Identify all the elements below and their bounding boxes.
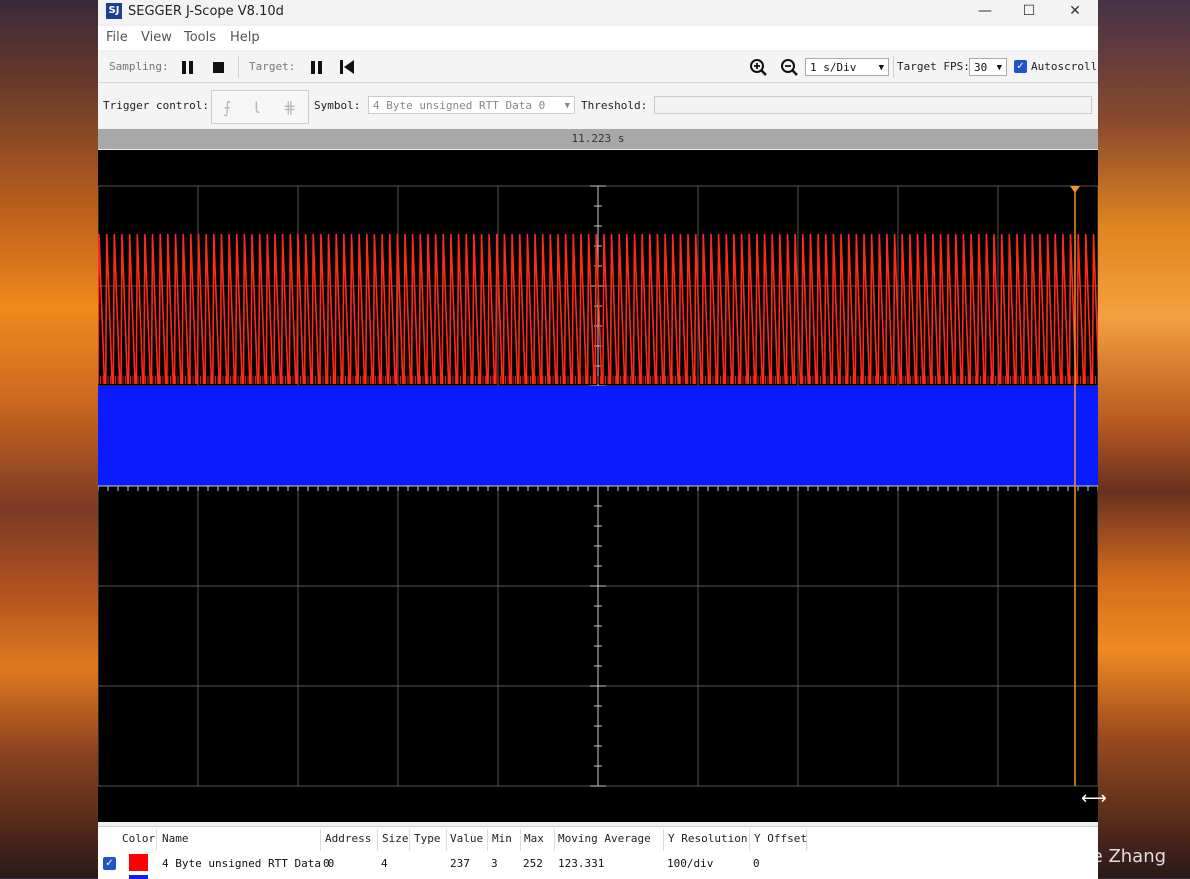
time-per-div-value: 1 s/Div xyxy=(810,61,857,74)
target-fps-select[interactable]: 30 ▼ xyxy=(969,58,1007,76)
col-divider xyxy=(156,829,157,851)
row-min: 3 xyxy=(491,857,498,870)
col-moving-average: Moving Average xyxy=(558,832,651,845)
col-address: Address xyxy=(325,832,372,845)
zoom-in-icon[interactable] xyxy=(749,58,767,76)
scope-canvas[interactable] xyxy=(98,150,1098,822)
series-blue-band xyxy=(98,386,1098,486)
sampling-pause-icon[interactable] xyxy=(181,61,194,74)
title-bar: SJ SEGGER J-Scope V8.10d — ☐ ✕ xyxy=(98,0,1098,24)
col-divider xyxy=(663,829,664,851)
col-type: Type xyxy=(414,832,441,845)
symbol-value: 4 Byte unsigned RTT Data 0 xyxy=(373,99,546,112)
maximize-button[interactable]: ☐ xyxy=(1006,0,1052,24)
col-divider xyxy=(320,829,321,851)
autoscroll-checkbox[interactable]: ✓ xyxy=(1014,60,1027,73)
x-axis xyxy=(98,485,1098,491)
trigger-buttons: ⨍ Ɩ ⋕ xyxy=(211,90,309,124)
target-pause-icon[interactable] xyxy=(310,61,323,74)
col-y-resolution: Y Resolution xyxy=(668,832,748,845)
trigger-both-icon[interactable]: ⋕ xyxy=(283,98,296,117)
sampling-toolbar: Sampling: Target: 1 s/Div ▼ Target FPS: 3… xyxy=(98,52,1098,83)
threshold-input[interactable] xyxy=(654,96,1092,114)
col-value: Value xyxy=(450,832,484,845)
trigger-falling-icon[interactable]: Ɩ xyxy=(254,98,260,117)
sampling-stop-icon[interactable] xyxy=(213,62,224,73)
col-divider xyxy=(520,829,521,851)
window-title: SEGGER J-Scope V8.10d xyxy=(128,4,284,19)
time-per-div-select[interactable]: 1 s/Div ▼ xyxy=(805,58,889,76)
col-divider xyxy=(806,829,807,851)
target-fps-value: 30 xyxy=(974,61,988,74)
row-value: 237 xyxy=(450,857,470,870)
menu-file[interactable]: File xyxy=(106,30,128,45)
trigger-control-label: Trigger control: xyxy=(103,99,209,112)
col-y-offset: Y Offset xyxy=(754,832,807,845)
symbol-label: Symbol: xyxy=(314,99,361,112)
minimize-button[interactable]: — xyxy=(962,0,1008,24)
row-size: 4 xyxy=(381,857,388,870)
col-max: Max xyxy=(524,832,544,845)
time-readout-bar: 11.223 s xyxy=(98,129,1098,149)
threshold-label: Threshold: xyxy=(581,99,648,112)
row-y-resolution: 100/div xyxy=(667,857,714,870)
row-color-swatch-blue[interactable] xyxy=(129,875,148,879)
cursor-marker-icon xyxy=(1070,186,1080,193)
sampling-label: Sampling: xyxy=(109,60,169,73)
jscope-window: SJ SEGGER J-Scope V8.10d — ☐ ✕ File View… xyxy=(98,0,1098,879)
watermark: CSDN @Wallace Zhang xyxy=(958,846,1167,867)
chevron-down-icon: ▼ xyxy=(878,63,884,73)
chevron-down-icon: ▼ xyxy=(996,63,1002,73)
resize-cursor-icon: ⟷ xyxy=(1081,788,1107,809)
col-color: Color xyxy=(122,832,156,845)
toolbar-divider xyxy=(893,56,894,78)
menu-tools[interactable]: Tools xyxy=(184,30,216,45)
row-max: 252 xyxy=(523,857,543,870)
target-fps-label: Target FPS: xyxy=(897,60,970,73)
time-readout: 11.223 s xyxy=(571,132,625,145)
desktop-background xyxy=(1098,0,1190,878)
row-color-swatch[interactable] xyxy=(129,854,148,871)
app-icon: SJ xyxy=(106,3,122,19)
row-visible-checkbox[interactable]: ✓ xyxy=(103,857,116,870)
variables-table: Color Name Address Size Type Value Min M… xyxy=(98,826,1098,879)
target-label: Target: xyxy=(249,60,296,73)
col-size: Size xyxy=(382,832,409,845)
scope-plot[interactable] xyxy=(98,150,1098,822)
target-restart-icon[interactable] xyxy=(340,60,354,74)
close-button[interactable]: ✕ xyxy=(1052,0,1098,24)
toolbar-divider xyxy=(238,56,239,78)
col-divider xyxy=(487,829,488,851)
col-name: Name xyxy=(162,832,189,845)
menu-view[interactable]: View xyxy=(141,30,172,45)
zoom-out-icon[interactable] xyxy=(780,58,798,76)
col-divider xyxy=(377,829,378,851)
col-min: Min xyxy=(492,832,512,845)
row-address: 0 xyxy=(323,857,330,870)
col-divider xyxy=(749,829,750,851)
chevron-down-icon: ▼ xyxy=(564,101,570,111)
menu-help[interactable]: Help xyxy=(230,30,260,45)
autoscroll-label: Autoscroll xyxy=(1031,60,1098,73)
col-divider xyxy=(446,829,447,851)
row-y-offset: 0 xyxy=(753,857,760,870)
col-divider xyxy=(554,829,555,851)
symbol-select[interactable]: 4 Byte unsigned RTT Data 0 ▼ xyxy=(368,96,575,114)
trigger-rising-icon[interactable]: ⨍ xyxy=(223,98,231,117)
col-divider xyxy=(409,829,410,851)
menu-bar: File View Tools Help xyxy=(98,26,1098,50)
row-name: 4 Byte unsigned RTT Data 0 xyxy=(162,857,335,870)
trigger-toolbar: Trigger control: ⨍ Ɩ ⋕ Symbol: 4 Byte un… xyxy=(98,84,1098,128)
row-moving-average: 123.331 xyxy=(558,857,605,870)
